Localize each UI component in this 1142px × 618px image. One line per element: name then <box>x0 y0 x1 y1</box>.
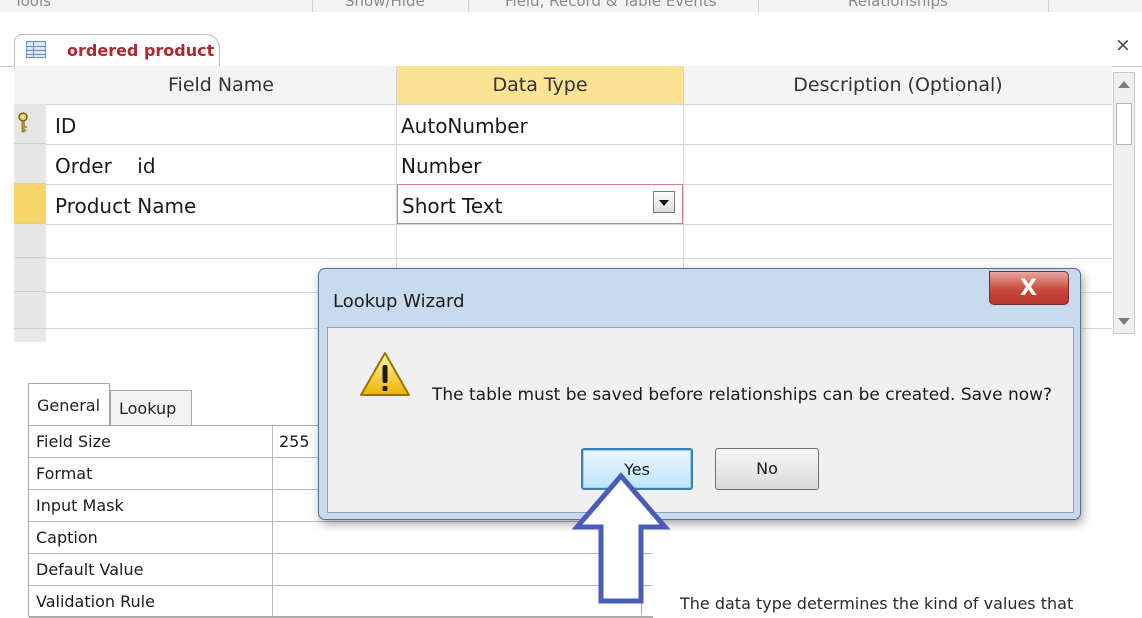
chevron-down-icon[interactable] <box>653 191 675 213</box>
arrow-up-icon <box>571 472 671 604</box>
scroll-down-icon[interactable] <box>1118 318 1130 325</box>
dialog-title: Lookup Wizard <box>333 291 465 312</box>
tab-lookup[interactable]: Lookup <box>110 390 192 425</box>
close-icon: X <box>1020 276 1037 301</box>
ribbon-group-events[interactable]: Field, Record & Table Events <box>505 0 717 10</box>
property-value[interactable]: 255 <box>279 432 310 451</box>
document-tab-title: ordered product <box>67 41 215 60</box>
ribbon-separator <box>312 0 313 12</box>
lookup-wizard-dialog: Lookup Wizard X The table must be saved … <box>318 268 1081 520</box>
field-name-cell[interactable]: Product Name <box>55 194 196 218</box>
ribbon-group-relationships[interactable]: Relationships <box>848 0 948 10</box>
dialog-close-button[interactable]: X <box>989 271 1069 305</box>
row-selector[interactable] <box>14 224 46 258</box>
table-icon <box>26 41 46 58</box>
property-label: Caption <box>36 528 98 547</box>
grid-corner <box>14 66 46 105</box>
data-type-cell[interactable]: Number <box>401 154 481 178</box>
field-name-cell[interactable]: Order id <box>55 154 156 178</box>
header-data-type[interactable]: Data Type <box>397 66 683 105</box>
row-selector-current[interactable] <box>14 184 46 224</box>
property-label: Field Size <box>36 432 111 451</box>
ribbon-separator <box>758 0 759 12</box>
ribbon-separator <box>468 0 469 12</box>
row-divider <box>46 144 1112 145</box>
row-selector[interactable] <box>14 144 46 184</box>
ribbon-group-show-hide[interactable]: Show/Hide <box>345 0 425 10</box>
ribbon-separator <box>1048 0 1049 12</box>
ribbon-group-tools[interactable]: Tools <box>14 0 51 10</box>
document-tab[interactable]: ordered product <box>14 34 220 68</box>
property-row[interactable]: Default Value <box>29 554 653 586</box>
property-row[interactable]: Caption <box>29 522 653 554</box>
data-type-cell[interactable]: AutoNumber <box>401 114 528 138</box>
scroll-up-icon[interactable] <box>1118 81 1130 88</box>
data-type-combobox[interactable]: Short Text <box>397 184 683 224</box>
row-divider <box>46 224 1112 225</box>
no-button[interactable]: No <box>715 448 819 490</box>
row-divider <box>46 258 1112 259</box>
property-row[interactable]: Validation Rule <box>29 586 653 618</box>
header-field-name[interactable]: Field Name <box>46 66 396 105</box>
property-label: Default Value <box>36 560 144 579</box>
scroll-thumb[interactable] <box>1116 103 1132 145</box>
property-label: Format <box>36 464 93 483</box>
dialog-body: The table must be saved before relations… <box>327 327 1074 513</box>
property-label: Input Mask <box>36 496 124 515</box>
close-document-icon[interactable]: × <box>1115 34 1131 56</box>
property-help-text: The data type determines the kind of val… <box>680 594 1074 613</box>
dialog-message: The table must be saved before relations… <box>432 385 1053 405</box>
tab-general[interactable]: General <box>28 383 110 425</box>
header-description[interactable]: Description (Optional) <box>684 66 1112 105</box>
row-selector[interactable] <box>14 258 46 292</box>
data-type-value: Short Text <box>402 194 503 218</box>
warning-icon <box>360 352 410 396</box>
document-tab-bar: ordered product <box>0 12 1142 68</box>
row-selector[interactable] <box>14 292 46 329</box>
field-name-cell[interactable]: ID <box>55 114 76 138</box>
property-label: Validation Rule <box>36 592 155 611</box>
vertical-scrollbar[interactable] <box>1113 72 1135 334</box>
primary-key-icon <box>18 112 28 133</box>
